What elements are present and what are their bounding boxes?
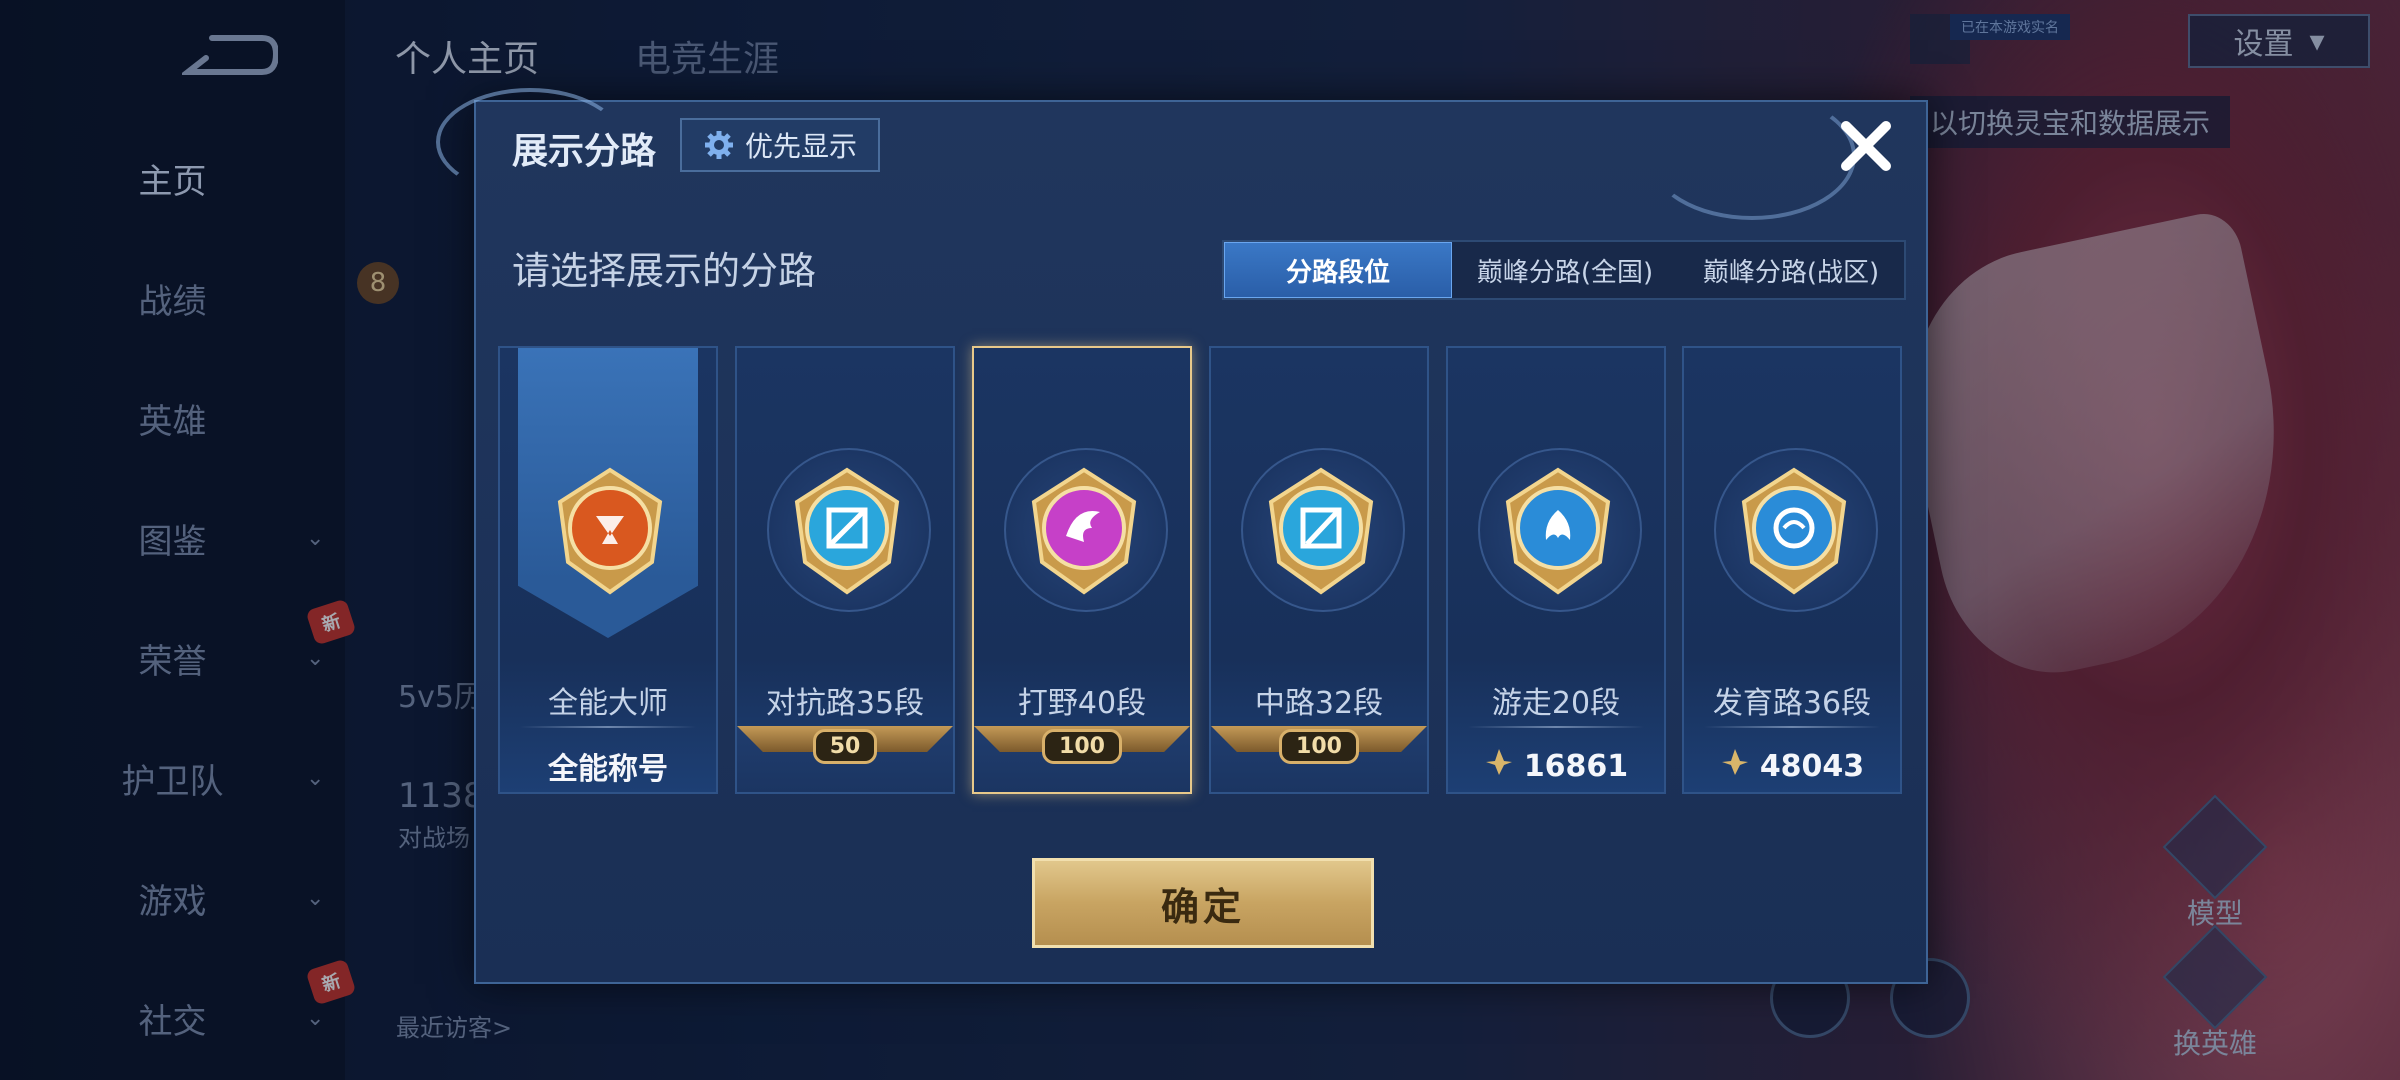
rank-emblem-icon [552, 466, 668, 596]
lane-card[interactable]: 对抗路35段 50 [735, 346, 955, 794]
lane-type-tabs: 分路段位 巅峰分路(全国) 巅峰分路(战区) [1222, 240, 1906, 300]
card-footer-label: 全能称号 [548, 752, 668, 787]
lane-name: 中路32段 [1254, 686, 1384, 721]
lane-name: 打野40段 [1017, 686, 1147, 721]
card-footer: 16861 [1448, 740, 1664, 792]
rank-emblem-icon [1500, 466, 1616, 596]
card-footer: 48043 [1684, 740, 1900, 792]
priority-label: 优先显示 [744, 130, 857, 163]
lane-name: 对抗路35段 [765, 686, 925, 721]
lane-tab[interactable]: 巅峰分路(全国) [1452, 242, 1678, 298]
divider [1468, 726, 1644, 728]
lane-name: 游走20段 [1491, 686, 1621, 721]
decor-swirl [1648, 92, 1856, 220]
lane-card[interactable]: 游走20段 16861 [1446, 346, 1666, 794]
rank-emblem-icon [1026, 466, 1142, 596]
peak-points-value: 48043 [1759, 748, 1865, 784]
confirm-button[interactable]: 确定 [1032, 858, 1374, 948]
lane-display-dialog: 展示分路 优先显示 请选择展示的分路 分路段位 巅峰分路(全国) 巅峰分路(战区) … [436, 88, 1928, 984]
lane-card[interactable]: 全能大师 全能称号 [498, 346, 718, 794]
dialog-title: 展示分路 [512, 131, 657, 172]
rank-emblem-icon [789, 466, 905, 596]
lane-name: 全能大师 [548, 686, 668, 721]
rank-emblem-icon [1736, 466, 1852, 596]
priority-display-button[interactable]: 优先显示 [680, 118, 880, 172]
peak-points-icon [1720, 747, 1750, 785]
close-icon[interactable] [1836, 116, 1896, 176]
rank-stars-badge: 100 [1042, 728, 1122, 764]
rank-badge-row: 100 [974, 720, 1190, 772]
rank-badge-row: 100 [1211, 720, 1427, 772]
gear-icon [704, 131, 733, 159]
lane-name: 发育路36段 [1712, 686, 1872, 721]
lane-card[interactable]: 打野40段 100 [972, 346, 1192, 794]
rank-badge-row: 50 [737, 720, 953, 772]
card-footer: 全能称号 [500, 740, 716, 792]
divider [520, 726, 696, 728]
rank-emblem-icon [1263, 466, 1379, 596]
lane-card[interactable]: 发育路36段 48043 [1682, 346, 1902, 794]
peak-points-icon [1484, 747, 1514, 785]
lane-card-list: 全能大师 全能称号 对抗路35段 50 打野40段 100 中路32段 100 游走20段 168… [498, 346, 1908, 800]
divider [1704, 726, 1880, 728]
rank-stars-badge: 50 [812, 728, 878, 764]
peak-points-value: 16861 [1523, 748, 1629, 784]
lane-tab[interactable]: 巅峰分路(战区) [1678, 242, 1904, 298]
dialog-subtitle: 请选择展示的分路 [512, 249, 817, 293]
rank-stars-badge: 100 [1279, 728, 1359, 764]
lane-card[interactable]: 中路32段 100 [1209, 346, 1429, 794]
lane-tab[interactable]: 分路段位 [1224, 242, 1452, 298]
